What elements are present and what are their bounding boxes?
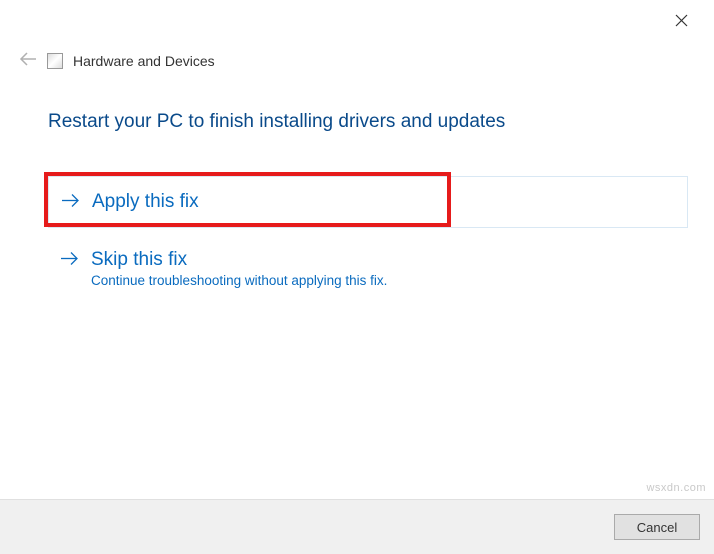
footer-bar: Cancel: [0, 499, 714, 554]
close-icon: [675, 14, 688, 31]
window-title: Hardware and Devices: [73, 53, 215, 69]
cancel-button[interactable]: Cancel: [614, 514, 700, 540]
apply-fix-option[interactable]: Apply this fix: [48, 176, 688, 228]
device-icon: [47, 53, 63, 69]
arrow-right-icon: [60, 251, 79, 269]
header-bar: Hardware and Devices: [19, 50, 215, 71]
page-heading: Restart your PC to finish installing dri…: [48, 111, 505, 133]
skip-fix-option[interactable]: Skip this fix Continue troubleshooting w…: [48, 249, 688, 288]
skip-fix-label: Skip this fix: [91, 249, 187, 271]
arrow-right-icon: [61, 193, 80, 211]
watermark-text: wsxdn.com: [646, 482, 706, 494]
back-arrow-icon[interactable]: [19, 50, 37, 71]
skip-fix-description: Continue troubleshooting without applyin…: [91, 273, 676, 288]
close-button[interactable]: [671, 10, 692, 35]
apply-fix-label: Apply this fix: [92, 191, 199, 213]
